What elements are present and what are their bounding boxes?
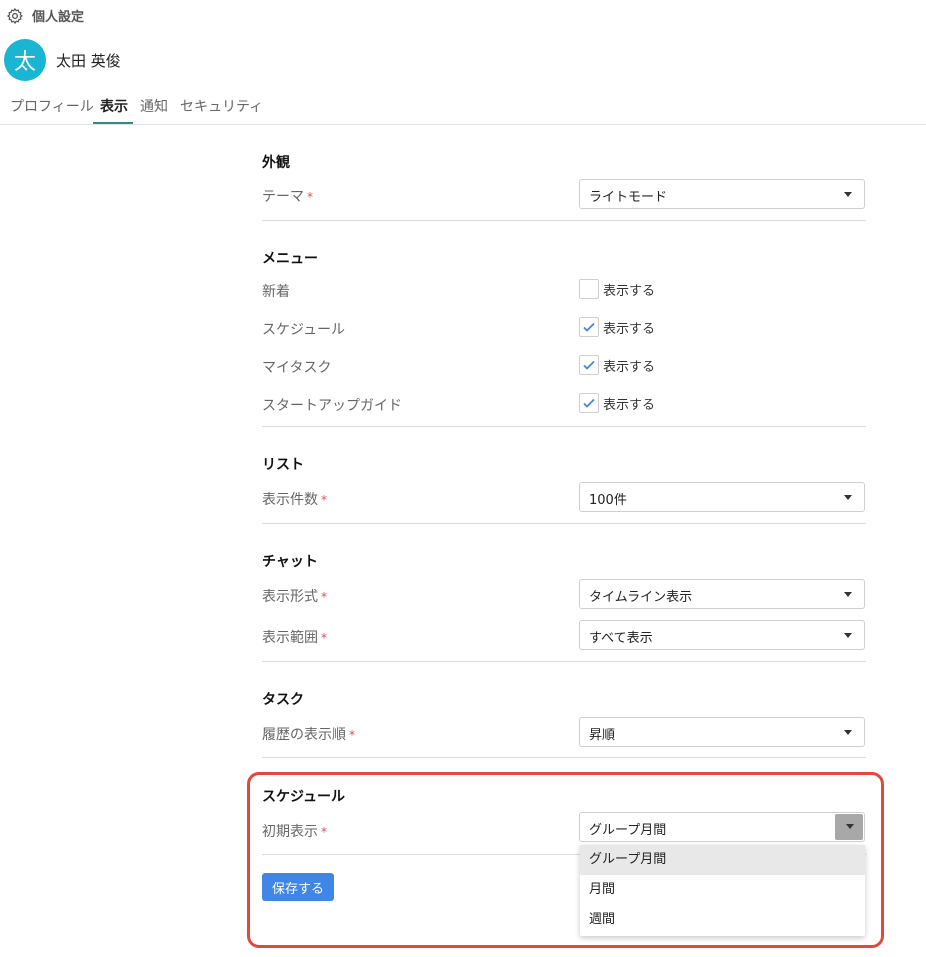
required-mark: * [321, 493, 327, 507]
menu-label-new: 新着 [262, 284, 290, 300]
check-icon [583, 322, 595, 332]
save-button[interactable]: 保存する [262, 873, 334, 901]
chat-range-label: 表示範囲 * [262, 630, 327, 646]
section-title-appearance: 外観 [262, 155, 290, 171]
list-count-select[interactable]: 100件 [579, 482, 865, 512]
check-icon [583, 398, 595, 408]
menu-label-schedule: スケジュール [262, 322, 346, 338]
theme-label: テーマ * [262, 189, 313, 205]
required-mark: * [321, 590, 327, 604]
tab-notifications[interactable]: 通知 [140, 96, 168, 124]
menu-check-mytask[interactable]: 表示する [579, 355, 655, 375]
section-title-schedule: スケジュール [262, 789, 346, 805]
gear-icon [7, 7, 23, 24]
divider [262, 426, 866, 427]
checkbox-mytask[interactable] [579, 355, 599, 375]
user-name: 太田 英俊 [56, 51, 121, 70]
active-tab-indicator [93, 122, 133, 124]
task-history-value: 昇順 [589, 728, 616, 743]
checkbox-label: 表示する [603, 321, 656, 337]
checkbox-new[interactable] [579, 279, 599, 299]
chat-format-label: 表示形式 * [262, 589, 327, 605]
section-title-menu: メニュー [262, 251, 318, 267]
chat-range-value: すべて表示 [589, 631, 653, 646]
task-history-select[interactable]: 昇順 [579, 717, 865, 747]
dropdown-option-month[interactable]: 月間 [580, 875, 865, 905]
menu-label-startup-guide: スタートアップガイド [262, 398, 402, 414]
schedule-initial-label: 初期表示 * [262, 824, 327, 840]
required-mark: * [307, 190, 313, 204]
task-history-label: 履歴の表示順 * [262, 727, 355, 743]
chat-format-select[interactable]: タイムライン表示 [579, 579, 865, 609]
section-title-chat: チャット [262, 554, 318, 570]
divider [262, 661, 866, 662]
chevron-down-icon [844, 192, 852, 197]
required-mark: * [321, 631, 327, 645]
tab-bar: プロフィール 表示 通知 セキュリティ [0, 92, 926, 125]
list-count-value: 100件 [589, 493, 627, 508]
tab-profile[interactable]: プロフィール [10, 96, 94, 124]
page-title: 個人設定 [32, 10, 85, 25]
chevron-down-icon [844, 495, 852, 500]
theme-select-value: ライトモード [589, 190, 668, 205]
menu-check-new[interactable]: 表示する [579, 279, 655, 299]
schedule-options-dropdown: グループ月間 月間 週間 [580, 845, 865, 936]
chat-range-select[interactable]: すべて表示 [579, 620, 865, 650]
chevron-down-icon [844, 730, 852, 735]
theme-select[interactable]: ライトモード [579, 179, 865, 209]
schedule-initial-value: グループ月間 [589, 823, 667, 838]
chevron-down-icon [846, 824, 854, 829]
page-header: 個人設定 [6, 6, 84, 25]
menu-check-schedule[interactable]: 表示する [579, 317, 655, 337]
user-info: 太 太田 英俊 [4, 39, 121, 81]
avatar: 太 [4, 39, 46, 81]
checkbox-schedule[interactable] [579, 317, 599, 337]
dropdown-option-group-month[interactable]: グループ月間 [580, 845, 865, 875]
schedule-initial-select[interactable]: グループ月間 [579, 812, 865, 842]
required-mark: * [321, 825, 327, 839]
section-title-list: リスト [262, 457, 304, 473]
checkbox-label: 表示する [603, 283, 656, 299]
list-count-label: 表示件数 * [262, 492, 327, 508]
tab-security[interactable]: セキュリティ [180, 96, 263, 124]
chat-format-value: タイムライン表示 [589, 590, 693, 605]
checkbox-label: 表示する [603, 359, 656, 375]
chevron-down-icon [844, 633, 852, 638]
tab-display[interactable]: 表示 [100, 96, 128, 124]
divider [262, 757, 866, 758]
dropdown-option-week[interactable]: 週間 [580, 905, 865, 935]
menu-label-mytask: マイタスク [262, 360, 332, 376]
divider [262, 523, 866, 524]
section-title-task: タスク [262, 692, 304, 708]
required-mark: * [349, 728, 355, 742]
chevron-down-icon [844, 592, 852, 597]
menu-check-startup-guide[interactable]: 表示する [579, 393, 655, 413]
check-icon [583, 360, 595, 370]
divider [262, 220, 866, 221]
checkbox-startup-guide[interactable] [579, 393, 599, 413]
checkbox-label: 表示する [603, 397, 656, 413]
